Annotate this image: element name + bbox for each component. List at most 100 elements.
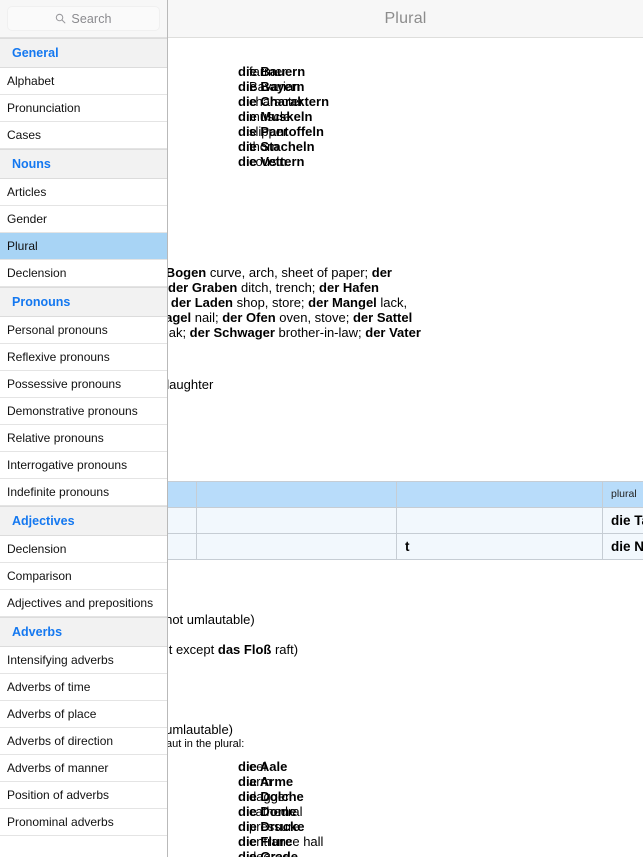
table-column-header: plural: [602, 481, 643, 508]
section2-body: l apple; der Boden floor; der Bogen curv…: [168, 265, 643, 340]
word-list-row: die Muskeln muscle: [168, 109, 643, 124]
table-column-header: [168, 481, 197, 508]
word-list-row: die Dolche dagger: [168, 789, 643, 804]
rule-ge: g with Ge- and ending in -e: [168, 195, 643, 210]
rules-block: ore than one syllablesculine nouns (if t…: [168, 597, 643, 672]
sidebar-item-declension[interactable]: Declension: [0, 260, 167, 287]
sidebar-item-declension[interactable]: Declension: [0, 536, 167, 563]
word-gloss: farmer: [249, 64, 287, 79]
section2-body-line: mer; der Kasten chest, crate; der Laden …: [170, 295, 408, 310]
app-root: Search General Alphabet Pronunciation Cases…: [0, 0, 643, 857]
rule-line: er nouns (none take an umlaut except das…: [168, 642, 299, 657]
sidebar-item-adverbs-of-direction[interactable]: Adverbs of direction: [0, 728, 167, 755]
section2-body-line: nage, harm; der Schnabel beak; der Schwa…: [168, 325, 421, 340]
word-list-row: die Pantoffeln slipper: [168, 124, 643, 139]
word-list-row: die Drucke pressure: [168, 819, 643, 834]
word-gloss: cathedral: [249, 804, 303, 819]
word-term: die Vettern: [238, 154, 305, 169]
word-list-1: die Bauern farmer die Bayern Bavarian die Ch…: [168, 64, 643, 169]
word-term: die Aale: [238, 759, 288, 774]
search-placeholder: Search: [71, 11, 112, 26]
rule-line: sculine nouns (if the vowel is not umlau…: [168, 612, 255, 627]
sidebar-item-articles[interactable]: Articles: [0, 179, 167, 206]
search-icon: [56, 13, 66, 24]
feminine-line: e Mutter mother; die Tochter daughter: [168, 377, 214, 392]
table-cell: [196, 507, 397, 534]
rule-line: ore than one syllable: [168, 597, 643, 612]
sidebar-item-position-of-adverbs[interactable]: Position of adverbs: [0, 782, 167, 809]
table-cell: t: [396, 533, 603, 560]
sidebar-item-pronunciation[interactable]: Pronunciation: [0, 95, 167, 122]
sidebar-item-pronominal-adverbs[interactable]: Pronominal adverbs: [0, 809, 167, 836]
section2-body-line: nach; der Mantel coat; der Nagel nail; d…: [168, 310, 413, 325]
sidebar-item-comparison[interactable]: Comparison: [0, 563, 167, 590]
table-cell: [168, 507, 197, 534]
word-list-row: die Stacheln thorn: [168, 139, 643, 154]
word-term: die Drucke: [238, 819, 305, 834]
sidebar-item-interrogative-pronouns[interactable]: Interrogative pronouns: [0, 452, 167, 479]
sidebar-item-adverbs-of-place[interactable]: Adverbs of place: [0, 701, 167, 728]
content-pane: Plural ouns ending in -el, -en, -er die …: [168, 0, 643, 857]
word-gloss: entrance hall: [249, 834, 324, 849]
search-bar: Search: [0, 0, 167, 38]
sidebar-item-adverbs-of-time[interactable]: Adverbs of time: [0, 674, 167, 701]
sidebar-nav-list: General Alphabet Pronunciation Cases Nouns Ar…: [0, 38, 167, 836]
intro-rule: ouns ending in -el, -en, -er: [168, 42, 643, 57]
word-gloss: slipper: [249, 124, 288, 139]
word-list-row: die Charaktern character: [168, 94, 643, 109]
word-list-row: die Aale eel: [168, 759, 643, 774]
rule-line: in -nis, -sal: [168, 657, 643, 672]
word-term: die Charaktern: [238, 94, 330, 109]
sidebar-item-personal-pronouns[interactable]: Personal pronouns: [0, 317, 167, 344]
word-gloss: arm: [249, 774, 272, 789]
rule-line: ne nouns: [168, 627, 643, 642]
word-gloss: Bavarian: [249, 79, 301, 94]
word-list-row: die Flure entrance hall: [168, 834, 643, 849]
table-cell: [196, 533, 397, 560]
sidebar-item-adverbs-of-manner[interactable]: Adverbs of manner: [0, 755, 167, 782]
word-gloss: degree: [249, 849, 290, 857]
sidebar-item-plural[interactable]: Plural: [0, 233, 167, 260]
word-gloss: pressure: [249, 819, 300, 834]
word-term: die Dome: [238, 804, 297, 819]
plural-table-wrap: plural die Tagetdie Nächte: [168, 481, 643, 560]
word-term: die Grade: [238, 849, 298, 857]
table-row: die Tage: [168, 507, 643, 534]
section3-heading: sculine nouns (if the vowel is umlautabl…: [168, 722, 234, 737]
word-term: die Bauern: [238, 64, 306, 79]
word-term: die Muskeln: [238, 109, 313, 124]
search-input[interactable]: Search: [7, 6, 160, 31]
word-gloss: muscle: [249, 109, 291, 124]
sidebar-item-relative-pronouns[interactable]: Relative pronouns: [0, 425, 167, 452]
plural-table: plural die Tagetdie Nächte: [168, 481, 643, 560]
section2-body-line: l apple; der Boden floor; der Bogen curv…: [168, 265, 392, 280]
sidebar-item-intensifying-adverbs[interactable]: Intensifying adverbs: [0, 647, 167, 674]
word-gloss: cousin: [249, 154, 287, 169]
section3-note: ne nouns which do not take an umlaut in …: [168, 738, 245, 750]
sidebar-item-possessive-pronouns[interactable]: Possessive pronouns: [0, 371, 167, 398]
word-gloss: eel: [249, 759, 267, 774]
sidebar-item-demonstrative-pronouns[interactable]: Demonstrative pronouns: [0, 398, 167, 425]
section2-body-line: n thread; der Garten garden; der Graben …: [168, 280, 379, 295]
table-row: tdie Nächte: [168, 533, 643, 560]
sidebar-item-indefinite-pronouns[interactable]: Indefinite pronouns: [0, 479, 167, 506]
table-body: die Tagetdie Nächte: [168, 507, 643, 560]
rule-lein: d -lein: [168, 180, 643, 195]
document-body: ouns ending in -el, -en, -er die Bauernf…: [168, 38, 643, 857]
neuter-line: Kloster monastery: [168, 362, 643, 377]
word-gloss: dagger: [249, 789, 290, 804]
word-list-row: die Vettern cousin: [168, 154, 643, 169]
sidebar-item-reflexive-pronouns[interactable]: Reflexive pronouns: [0, 344, 167, 371]
sidebar-item-cases[interactable]: Cases: [0, 122, 167, 149]
table-cell: [168, 533, 197, 560]
sidebar-item-alphabet[interactable]: Alphabet: [0, 68, 167, 95]
word-gloss: character: [249, 94, 304, 109]
word-list-row: die Grade degree: [168, 849, 643, 857]
document-scroll-area[interactable]: ouns ending in -el, -en, -er die Bauernf…: [168, 38, 643, 857]
sidebar-item-gender[interactable]: Gender: [0, 206, 167, 233]
sidebar-section-header: General: [0, 38, 167, 68]
sidebar-item-adjectives-and-prepositions[interactable]: Adjectives and prepositions: [0, 590, 167, 617]
sidebar: Search General Alphabet Pronunciation Cases…: [0, 0, 168, 857]
sidebar-section-header: Pronouns: [0, 287, 167, 317]
table-cell: [396, 507, 603, 534]
